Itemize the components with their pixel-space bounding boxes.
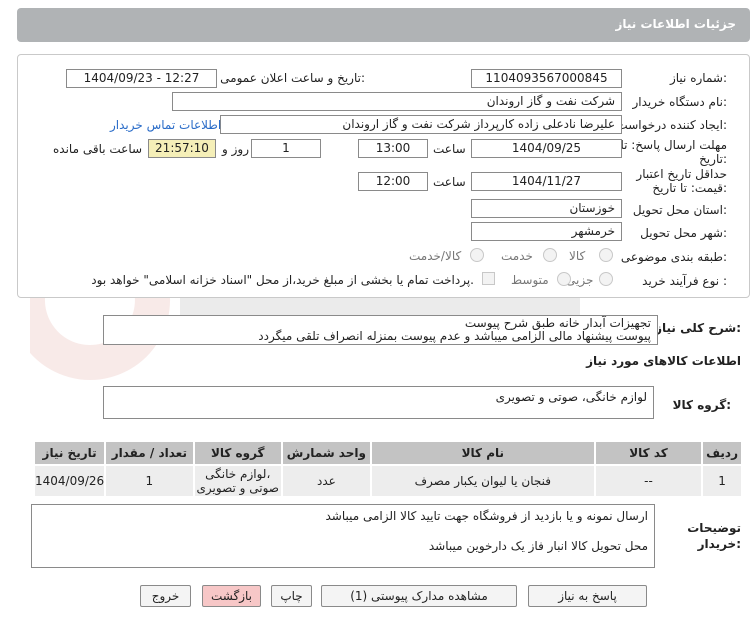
exit-button[interactable]: خروج (140, 585, 191, 607)
title-bar: جزئیات اطلاعات نیاز (17, 8, 750, 42)
buyer-org-label: نام دستگاه خریدار: (632, 95, 728, 109)
validity-date-field: 1404/11/27 (471, 172, 622, 191)
description-line-2: پیوست پیشنهاد مالی الزامی میباشد و عدم پ… (258, 329, 651, 343)
buyer-notes-textarea: ارسال نمونه و یا بازدید از فروشگاه جهت ت… (31, 504, 655, 568)
province-field: خوزستان (471, 199, 622, 218)
buyer-notes-label: توضیحات (687, 521, 741, 535)
remaining-time-field: 21:57:10 (148, 139, 216, 158)
buyer-notes-line-2: محل تحویل کالا انبار فاز یک دارخوین میبا… (428, 539, 648, 553)
deadline-days-field: 1 (251, 139, 321, 158)
goods-section-title: اطلاعات کالاهای مورد نیاز (586, 354, 741, 368)
buyer-contact-link[interactable]: اطلاعات تماس خریدار (110, 118, 221, 132)
purchase-type-label: نوع فرآیند خرید : (642, 274, 727, 288)
cell-name: فنجان یا لیوان یکبار مصرف (369, 464, 596, 498)
purchase-radio-minor[interactable] (599, 272, 613, 286)
purchase-radio-medium[interactable] (557, 272, 571, 286)
category-option-service: خدمت (501, 249, 533, 263)
cell-index: 1 (701, 464, 743, 498)
announce-datetime-label: تاریخ و ساعت اعلان عمومی: (220, 71, 365, 85)
validity-time-label: ساعت (433, 175, 466, 189)
th-unit: واحد شمارش (281, 440, 372, 466)
view-attachments-button[interactable]: مشاهده مدارک پیوستی (1) (321, 585, 517, 607)
deadline-time-label: ساعت (433, 142, 466, 156)
th-name: نام کالا (369, 440, 596, 466)
city-field: خرمشهر (471, 222, 622, 241)
need-number-field: 1104093567000845 (471, 69, 622, 88)
deadline-label-2: تاریخ: (699, 152, 727, 166)
cell-group-line-1: لوازم خانگی، (205, 467, 271, 481)
reply-button[interactable]: پاسخ به نیاز (528, 585, 647, 607)
category-radio-goods[interactable] (599, 248, 613, 262)
goods-group-label: گروه کالا: (672, 398, 731, 412)
category-label: طبقه بندی موضوعی: (620, 250, 727, 264)
category-radio-goods-service[interactable] (470, 248, 484, 262)
purchase-option-medium: متوسط (511, 273, 549, 287)
print-button[interactable]: چاپ (271, 585, 312, 607)
validity-time-field: 12:00 (358, 172, 428, 191)
table-header-row: تاریخ نیاز تعداد / مقدار گروه کالا واحد … (32, 440, 743, 466)
table-row: 1404/09/26 1 لوازم خانگی، صوتی و تصویری … (32, 464, 743, 498)
th-group: گروه کالا (192, 440, 283, 466)
page-title: جزئیات اطلاعات نیاز (615, 17, 736, 31)
treasury-payment-note: پرداخت تمام یا بخشی از مبلغ خرید،از محل … (91, 273, 474, 287)
th-date: تاریخ نیاز (32, 440, 107, 466)
th-index: ردیف (701, 440, 743, 466)
deadline-label: مهلت ارسال پاسخ: تا (620, 138, 727, 152)
buyer-org-field: شرکت نفت و گاز اروندان (172, 92, 622, 111)
description-label: شرح کلی نیاز: (655, 321, 741, 335)
deadline-days-label: روز و (222, 142, 249, 156)
requester-label: ایجاد کننده درخواست: (616, 118, 727, 132)
deadline-date-field: 1404/09/25 (471, 139, 622, 158)
back-button[interactable]: بازگشت (202, 585, 261, 607)
validity-label-2: قیمت: تا تاریخ: (652, 181, 727, 195)
remaining-time-label: ساعت باقی مانده (53, 142, 143, 156)
th-code: کد کالا (593, 440, 704, 466)
need-number-label: شماره نیاز: (669, 71, 727, 85)
cell-group-line-2: صوتی و تصویری (196, 481, 279, 495)
cell-group: لوازم خانگی، صوتی و تصویری (192, 464, 283, 498)
buyer-notes-label-2: خریدار: (697, 537, 741, 551)
th-qty: تعداد / مقدار (104, 440, 195, 466)
announce-datetime-field: 1404/09/23 - 12:27 (66, 69, 217, 88)
goods-group-field: لوازم خانگی، صوتی و تصویری (103, 386, 654, 419)
buyer-notes-line-1: ارسال نمونه و یا بازدید از فروشگاه جهت ت… (325, 509, 649, 523)
cell-qty: 1 (104, 464, 195, 498)
items-table: تاریخ نیاز تعداد / مقدار گروه کالا واحد … (32, 440, 743, 498)
category-option-goods-service: کالا/خدمت (409, 249, 462, 263)
cell-code: -- (593, 464, 704, 498)
description-textarea: تجهیزات آبدار خانه طبق شرح پیوست پیوست پ… (103, 315, 658, 345)
cell-unit: عدد (281, 464, 372, 498)
city-label: شهر محل تحویل: (640, 226, 727, 240)
cell-date: 1404/09/26 (32, 464, 107, 498)
treasury-payment-checkbox[interactable] (482, 272, 495, 285)
province-label: استان محل تحویل: (632, 203, 727, 217)
validity-label: حداقل تاریخ اعتبار (636, 167, 727, 181)
deadline-time-field: 13:00 (358, 139, 428, 158)
requester-field: علیرضا نادعلی زاده کارپرداز شرکت نفت و گ… (220, 115, 622, 134)
category-radio-service[interactable] (543, 248, 557, 262)
category-option-goods: کالا (569, 249, 586, 263)
